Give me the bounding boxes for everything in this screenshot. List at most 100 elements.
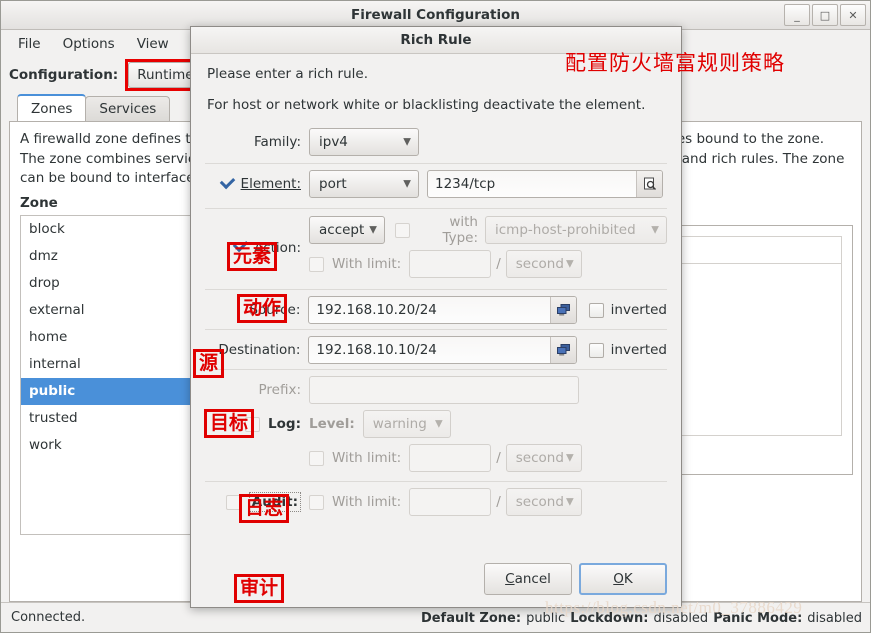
family-select[interactable]: ipv4: [309, 128, 419, 156]
panic-mode-label: Panic Mode:: [713, 610, 803, 626]
divider: [205, 163, 667, 164]
connection-status: Connected.: [11, 610, 86, 625]
source-inverted-label: inverted: [610, 302, 667, 318]
menu-view[interactable]: View: [128, 34, 178, 54]
audit-limit-unit-wrap: second ▼: [505, 488, 582, 516]
audit-limit-unit-select[interactable]: second: [505, 488, 582, 516]
element-value-entry[interactable]: [427, 170, 663, 198]
menu-options[interactable]: Options: [54, 34, 124, 54]
element-label: Element:: [240, 176, 301, 192]
family-select-wrap: ipv4 ▼: [309, 128, 419, 156]
action-with-type-checkbox[interactable]: [395, 222, 410, 238]
list-item-selected[interactable]: public: [21, 377, 205, 405]
log-limit-unit-select[interactable]: second: [505, 444, 582, 472]
log-level-select-wrap: warning ▼: [362, 410, 451, 438]
log-limit-separator: /: [496, 450, 501, 466]
annotation-title: 配置防火墙富规则策略: [565, 51, 785, 75]
element-row: Element: port ▼: [205, 169, 667, 199]
audit-limit-label: With limit:: [332, 494, 402, 510]
action-select[interactable]: accept: [309, 216, 385, 244]
log-limit-input[interactable]: [409, 444, 492, 472]
maximize-icon[interactable]: □: [812, 4, 838, 26]
log-level-label: Level:: [309, 416, 355, 432]
log-limit-row: With limit: / second ▼: [205, 443, 667, 473]
panic-mode-value: disabled: [807, 610, 862, 626]
action-limit-unit-select[interactable]: second: [505, 250, 582, 278]
destination-row: Destination: inverted: [205, 335, 667, 365]
network-computers-icon[interactable]: [549, 297, 576, 323]
log-prefix-row: Prefix:: [205, 375, 667, 405]
action-with-type-select[interactable]: icmp-host-prohibited: [485, 216, 667, 244]
lockdown-value: disabled: [653, 610, 709, 626]
audit-limit-input[interactable]: [409, 488, 492, 516]
source-input[interactable]: [309, 297, 550, 323]
dialog-buttons: Cancel OK: [484, 563, 667, 595]
action-limit-checkbox[interactable]: [309, 256, 324, 272]
list-item[interactable]: trusted: [21, 405, 205, 432]
audit-limit-separator: /: [496, 494, 501, 510]
dialog-body: Please enter a rich rule. For host or ne…: [191, 54, 681, 607]
configuration-label: Configuration:: [9, 67, 119, 83]
tab-services[interactable]: Services: [85, 96, 171, 121]
divider: [205, 369, 667, 370]
ok-button-rest: K: [623, 571, 633, 587]
rich-rule-dialog: Rich Rule Please enter a rich rule. For …: [190, 26, 682, 608]
destination-entry[interactable]: [308, 336, 577, 364]
divider: [205, 329, 667, 330]
element-checkbox[interactable]: [219, 177, 234, 192]
menu-file[interactable]: File: [9, 34, 50, 54]
source-inverted-checkbox[interactable]: [588, 302, 604, 318]
annotation-log: 日志: [239, 494, 290, 523]
lockdown-label: Lockdown:: [570, 610, 649, 626]
action-limit-label: With limit:: [332, 256, 402, 272]
zone-list-column: Zone block dmz drop external home intern…: [10, 189, 206, 590]
divider: [205, 289, 667, 290]
log-label: Log:: [268, 416, 301, 432]
family-label: Family:: [253, 134, 301, 150]
element-type-select[interactable]: port: [309, 170, 419, 198]
source-entry[interactable]: [308, 296, 577, 324]
list-item[interactable]: work: [21, 432, 205, 459]
destination-inverted-checkbox[interactable]: [588, 342, 604, 358]
minimize-icon[interactable]: _: [784, 4, 810, 26]
action-with-type-label: with Type:: [442, 214, 478, 246]
log-prefix-input[interactable]: [309, 376, 579, 404]
divider: [205, 481, 667, 482]
log-limit-checkbox[interactable]: [309, 450, 324, 466]
page-title: Firewall Configuration: [350, 7, 520, 23]
zone-list[interactable]: block dmz drop external home internal pu…: [20, 214, 206, 535]
action-limit-input[interactable]: [409, 250, 492, 278]
ok-button[interactable]: OK: [579, 563, 667, 595]
log-limit-unit-wrap: second ▼: [505, 444, 582, 472]
list-item[interactable]: drop: [21, 270, 205, 297]
list-item[interactable]: dmz: [21, 243, 205, 270]
default-zone-label: Default Zone:: [420, 610, 522, 626]
cancel-button-rest: ancel: [514, 571, 551, 587]
action-select-wrap: accept ▼: [309, 216, 385, 244]
element-type-select-wrap: port ▼: [309, 170, 419, 198]
action-type-row: accept ▼ with Type: icmp-host-prohibited…: [309, 214, 667, 246]
inspect-icon[interactable]: [636, 171, 662, 197]
close-icon[interactable]: ✕: [840, 4, 866, 26]
list-item[interactable]: block: [21, 216, 205, 243]
log-limit-label: With limit:: [332, 450, 402, 466]
list-item[interactable]: external: [21, 297, 205, 324]
cancel-button[interactable]: Cancel: [484, 563, 572, 595]
log-level-select[interactable]: warning: [362, 410, 451, 438]
annotation-element: 元素: [227, 242, 278, 271]
audit-limit-checkbox[interactable]: [309, 494, 324, 510]
log-prefix-label: Prefix:: [258, 382, 301, 398]
family-row: Family: ipv4 ▼: [205, 127, 667, 157]
tab-zones[interactable]: Zones: [17, 94, 87, 121]
action-limit-separator: /: [496, 256, 501, 272]
list-item[interactable]: home: [21, 324, 205, 351]
annotation-source: 源: [193, 349, 225, 378]
divider: [205, 208, 667, 209]
element-value-input[interactable]: [428, 171, 636, 197]
network-computers-icon[interactable]: [549, 337, 576, 363]
list-item[interactable]: internal: [21, 351, 205, 378]
default-zone-value: public: [526, 610, 566, 626]
action-limit-unit-wrap: second ▼: [505, 250, 582, 278]
dialog-title: Rich Rule: [400, 32, 472, 48]
destination-input[interactable]: [309, 337, 550, 363]
